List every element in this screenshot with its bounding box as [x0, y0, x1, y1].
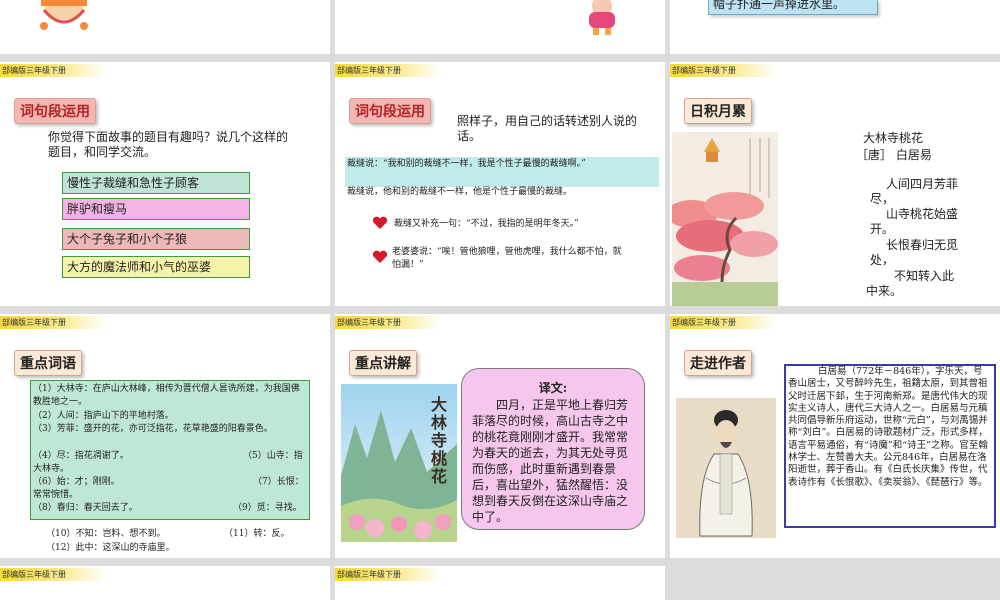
slide-1-partial[interactable] [0, 0, 330, 54]
bullet-2-text: 老婆婆说：“唉！管他狼哩，管他虎哩，我什么都不怕，就怕漏！” [392, 247, 622, 270]
peach-blossom-painting [672, 132, 778, 306]
slide-4[interactable]: 部编版三年级下册 词句段运用 你觉得下面故事的题目有趣吗？说几个这样的题目，和同… [0, 62, 330, 306]
option-3[interactable]: 大个子兔子和小个子狼 [62, 228, 250, 250]
vocab-11: （11）转：反。 [224, 529, 290, 539]
vocab-3: （3）芳菲：盛开的花，亦可泛指花，花草艳盛的阳春景色。 [33, 424, 273, 434]
slide-9[interactable]: 部编版三年级下册 走进作者 白居易（772年－846年），字乐天，号香山居士，又… [670, 314, 1000, 558]
vocab-1: （1）大林寺：在庐山大林峰，相传为晋代僧人昙诜所建，为我国佛教胜地之一。 [33, 384, 300, 407]
retell-text: 裁缝说，他和别的裁缝不一样，他是个性子最慢的裁缝。 [347, 187, 573, 197]
vocab-10: （10）不知：岂料、想不到。 [46, 529, 166, 539]
brand-label: 部编版三年级下册 [335, 64, 442, 77]
slide-10-partial[interactable]: 部编版三年级下册 [0, 566, 330, 600]
slide-title: 日积月累 [684, 98, 752, 124]
brand-label: 部编版三年级下册 [0, 64, 107, 77]
quote-text: 裁缝说：“我和别的裁缝不一样，我是个性子最慢的裁缝啊。” [347, 159, 586, 169]
slide-title: 词句段运用 [14, 98, 96, 124]
translation-box: 译文: 四月，正是平地上春归芳菲落尽的时候，高山古寺之中的桃花竟刚刚才盛开。我常… [461, 368, 645, 530]
cartoon-child-icon [589, 0, 615, 35]
brand-label: 部编版三年级下册 [0, 568, 107, 581]
bio-text: 白居易（772年－846年），字乐天，号香山居士，又号醉吟先生，祖籍太原，到其曾… [788, 366, 988, 488]
vocab-12: （12）此中：这深山的寺庙里。 [46, 543, 175, 553]
story-text-box: 帽子扑通一声掉进水里。 [708, 0, 878, 15]
vocab-2: （2）人间：指庐山下的平地村落。 [33, 411, 174, 421]
prompt-text: 照样子，用自己的话转述别人说的话。 [457, 114, 638, 143]
brand-label: 部编版三年级下册 [0, 316, 107, 329]
painting-caption: 大林寺桃花 [431, 395, 448, 486]
poem-line-4: 不知转入此中来。 [866, 269, 955, 298]
translation-body: 四月，正是平地上春归芳菲落尽的时候，高山古寺之中的桃花竟刚刚才盛开。我常常为春天… [472, 398, 629, 524]
slide-11-partial[interactable]: 部编版三年级下册 [335, 566, 665, 600]
prompt-text: 你觉得下面故事的题目有趣吗？说几个这样的题目，和同学交流。 [48, 130, 289, 159]
vocab-9: （9）觅：寻找。 [233, 503, 302, 513]
slide-title: 词句段运用 [349, 98, 431, 124]
cartoon-girl-icon [40, 0, 88, 30]
slide-5[interactable]: 部编版三年级下册 词句段运用 照样子，用自己的话转述别人说的话。 裁缝说：“我和… [335, 62, 665, 306]
bullet-1-text: 裁缝又补充一句：“不过，我指的是明年冬天。” [394, 219, 579, 229]
vocab-7: （7）长恨：常常惋惜。 [33, 477, 304, 500]
slide-7[interactable]: 部编版三年级下册 重点词语 （1）大林寺：在庐山大林峰，相传为晋代僧人昙诜所建，… [0, 314, 330, 558]
slide-title: 重点讲解 [349, 350, 417, 376]
slide-6[interactable]: 部编版三年级下册 日积月累 大林寺桃花 ［唐］ 白居易 人间四月芳菲尽， 山寺桃… [670, 62, 1000, 306]
brand-label: 部编版三年级下册 [335, 568, 442, 581]
translation-title: 译文: [538, 381, 568, 395]
poem-line-1: 人间四月芳菲尽， [870, 177, 959, 206]
option-2[interactable]: 胖驴和瘦马 [62, 198, 250, 220]
story-text: 帽子扑通一声掉进水里。 [713, 0, 846, 11]
slide-title: 走进作者 [684, 350, 752, 376]
slide-3-partial[interactable]: 帽子扑通一声掉进水里。 [670, 0, 1000, 54]
brand-label: 部编版三年级下册 [670, 316, 777, 329]
slide-2-partial[interactable] [335, 0, 665, 54]
heart-icon [372, 216, 388, 229]
option-1[interactable]: 慢性子裁缝和急性子顾客 [62, 172, 250, 194]
brand-label: 部编版三年级下册 [335, 316, 442, 329]
slide-title: 重点词语 [14, 350, 82, 376]
poem-line-3: 长恨春归无觅处， [870, 238, 959, 267]
poem-author: ［唐］ 白居易 [856, 148, 932, 162]
brand-label: 部编版三年级下册 [670, 64, 777, 77]
poem-title: 大林寺桃花 [863, 131, 924, 145]
slide-8[interactable]: 部编版三年级下册 重点讲解 大林寺桃花 译文: 四月，正是平地上春归芳菲落尽的时… [335, 314, 665, 558]
author-portrait [676, 398, 776, 538]
heart-icon [372, 250, 388, 263]
vocab-5: （5）山寺：指大林寺。 [33, 451, 303, 474]
poem-line-2: 山寺桃花始盛开。 [870, 207, 959, 236]
option-4[interactable]: 大方的魔法师和小气的巫婆 [62, 256, 250, 278]
